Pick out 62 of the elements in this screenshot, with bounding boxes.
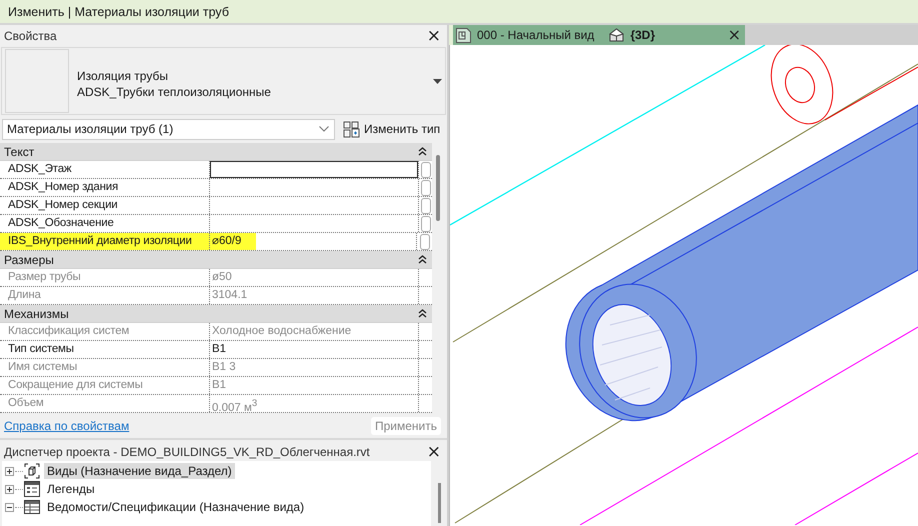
group-header[interactable]: Текст — [0, 143, 432, 161]
house-icon — [609, 28, 624, 42]
property-name: Объем — [0, 395, 210, 412]
collapse-icon — [418, 147, 427, 156]
type-family-label: Изоляция трубы — [77, 68, 169, 84]
collapse-icon — [418, 309, 427, 318]
property-name: ADSK_Обозначение — [0, 215, 210, 232]
legend-icon — [24, 481, 40, 497]
property-name: Тип системы — [0, 341, 210, 358]
tree-item[interactable]: Ведомости/Спецификации (Назначение вида) — [44, 499, 308, 515]
associate-parameter-button[interactable] — [420, 198, 430, 214]
view-tab[interactable]: 000 - Начальный вид — [453, 25, 606, 45]
type-preview-image — [5, 49, 69, 113]
associate-parameter-button[interactable] — [420, 180, 430, 196]
views-icon — [24, 463, 40, 479]
scrollbar-thumb[interactable] — [436, 155, 440, 221]
type-selector[interactable]: Изоляция трубы ADSK_Трубки теплоизоляционные — [1, 47, 446, 115]
group-header[interactable]: Механизмы — [0, 305, 432, 323]
associate-parameter-button[interactable] — [420, 234, 430, 250]
scrollbar-thumb[interactable] — [438, 483, 441, 523]
floor-plan-icon — [456, 28, 471, 42]
group-header[interactable]: Размеры — [0, 251, 432, 269]
type-name-label: ADSK_Трубки теплоизоляционные — [77, 84, 272, 100]
view-tab[interactable]: {3D} — [606, 25, 667, 45]
property-name: Имя системы — [0, 359, 210, 376]
tree-item[interactable]: Виды (Назначение вида_Раздел) — [44, 463, 235, 479]
edit-type-button[interactable]: Изменить тип — [341, 120, 442, 138]
property-value: Холодное водоснабжение — [211, 324, 352, 339]
value-input-field[interactable] — [210, 161, 418, 178]
property-value: В1 — [211, 378, 228, 393]
property-name: Сокращение для системы — [0, 377, 210, 394]
property-value: В1 3 — [211, 360, 237, 375]
dropdown-arrow-icon — [433, 78, 442, 84]
property-name: Классификация систем — [0, 323, 210, 340]
property-name: Размер трубы — [0, 269, 210, 286]
property-value[interactable]: ⌀60/9 — [210, 233, 256, 250]
expand-icon[interactable] — [5, 466, 14, 476]
property-value: 3104.1 — [211, 288, 248, 303]
help-link[interactable]: Справка по свойствам — [4, 419, 130, 433]
associate-parameter-button[interactable] — [420, 216, 430, 232]
property-name: IBS_Внутренний диаметр изоляции — [0, 233, 210, 250]
chevron-down-icon — [319, 126, 329, 132]
close-button[interactable]: × — [724, 27, 745, 43]
property-value[interactable]: В1 — [210, 341, 418, 358]
property-value: 0.007 м$^{3}$ — [211, 397, 258, 412]
window-title: Изменить | Материалы изоляции труб — [8, 4, 229, 18]
close-button[interactable]: × — [424, 444, 443, 460]
property-name: Длина — [0, 287, 210, 304]
property-name: ADSK_Номер здания — [0, 179, 210, 196]
instance-dropdown[interactable]: Материалы изоляции труб (1) — [2, 118, 335, 140]
associate-parameter-button[interactable] — [420, 162, 430, 178]
collapse-icon — [418, 255, 427, 264]
collapse-icon[interactable] — [5, 502, 14, 512]
tree-item[interactable]: Легенды — [44, 481, 98, 497]
panel-title: Свойства — [4, 28, 57, 42]
close-button[interactable]: × — [424, 28, 443, 44]
panel-title: Диспетчер проекта - DEMO_BUILDING5_VK_RD_Облегченная.rvt — [4, 444, 370, 458]
table-icon — [24, 499, 40, 515]
property-name: ADSK_Номер секции — [0, 197, 210, 214]
property-value: ø50 — [211, 270, 233, 285]
expand-icon[interactable] — [5, 484, 14, 494]
edit-type-icon — [343, 120, 360, 138]
